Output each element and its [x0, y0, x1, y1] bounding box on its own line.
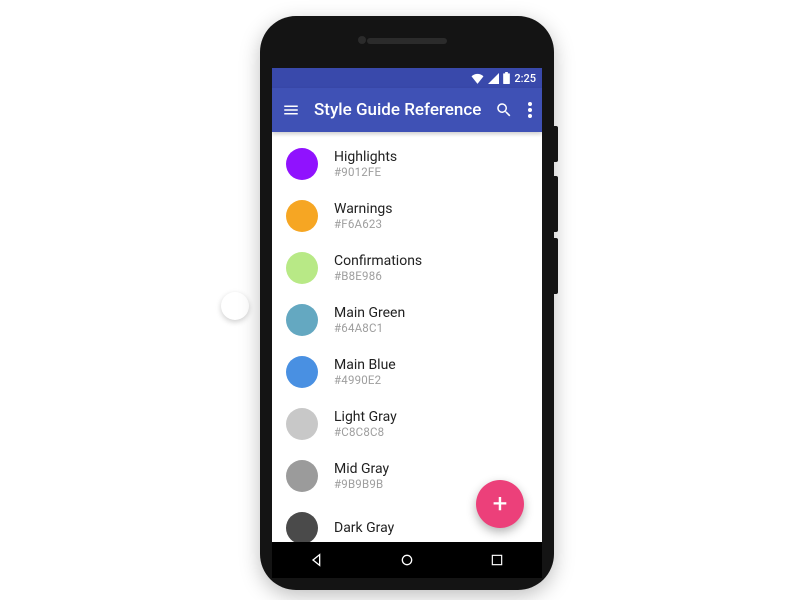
list-item[interactable]: Main Green#64A8C1	[272, 294, 542, 346]
list-item-labels: Dark Gray	[334, 520, 394, 537]
floating-circle	[221, 292, 249, 320]
color-hex: #9012FE	[334, 166, 397, 180]
list-item[interactable]: Light Gray#C8C8C8	[272, 398, 542, 450]
list-item[interactable]: Confirmations#B8E986	[272, 242, 542, 294]
screen: 2:25 Style Guide Reference Highlights#90…	[272, 68, 542, 578]
color-swatch	[286, 200, 318, 232]
status-bar: 2:25	[272, 68, 542, 88]
color-swatch	[286, 148, 318, 180]
color-name: Highlights	[334, 149, 397, 166]
color-swatch	[286, 408, 318, 440]
home-icon[interactable]	[398, 551, 416, 569]
android-nav-bar	[272, 542, 542, 578]
color-swatch	[286, 304, 318, 336]
color-hex: #C8C8C8	[334, 426, 397, 440]
volume-up-button	[554, 176, 558, 232]
color-swatch	[286, 512, 318, 542]
app-bar: Style Guide Reference	[272, 88, 542, 132]
color-name: Warnings	[334, 201, 393, 218]
color-hex: #F6A623	[334, 218, 393, 232]
color-name: Dark Gray	[334, 520, 394, 537]
signal-icon	[488, 73, 499, 84]
color-name: Mid Gray	[334, 461, 389, 478]
app-bar-title: Style Guide Reference	[314, 100, 481, 120]
color-swatch	[286, 356, 318, 388]
menu-icon[interactable]	[282, 99, 300, 121]
power-button	[554, 126, 558, 162]
color-name: Main Blue	[334, 357, 396, 374]
list-item-labels: Light Gray#C8C8C8	[334, 409, 397, 440]
plus-icon: +	[493, 489, 508, 519]
color-hex: #4990E2	[334, 374, 396, 388]
color-name: Light Gray	[334, 409, 397, 426]
color-name: Confirmations	[334, 253, 422, 270]
wifi-icon	[471, 73, 484, 84]
fab-add-button[interactable]: +	[476, 480, 524, 528]
list-item[interactable]: Main Blue#4990E2	[272, 346, 542, 398]
color-name: Main Green	[334, 305, 405, 322]
search-icon[interactable]	[495, 99, 513, 121]
battery-icon	[503, 72, 510, 84]
list-item-labels: Warnings#F6A623	[334, 201, 393, 232]
list-item[interactable]: Warnings#F6A623	[272, 190, 542, 242]
color-swatch	[286, 252, 318, 284]
list-item-labels: Mid Gray#9B9B9B	[334, 461, 389, 492]
color-hex: #B8E986	[334, 270, 422, 284]
color-swatch	[286, 460, 318, 492]
list-item-labels: Confirmations#B8E986	[334, 253, 422, 284]
list-item-labels: Main Blue#4990E2	[334, 357, 396, 388]
list-item[interactable]: Highlights#9012FE	[272, 138, 542, 190]
color-hex: #9B9B9B	[334, 478, 389, 492]
color-hex: #64A8C1	[334, 322, 405, 336]
overflow-icon[interactable]	[527, 99, 532, 121]
list-item-labels: Main Green#64A8C1	[334, 305, 405, 336]
status-time: 2:25	[514, 72, 536, 85]
back-icon[interactable]	[308, 551, 326, 569]
recent-apps-icon[interactable]	[488, 551, 506, 569]
volume-down-button	[554, 238, 558, 294]
list-item-labels: Highlights#9012FE	[334, 149, 397, 180]
phone-frame: 2:25 Style Guide Reference Highlights#90…	[260, 16, 554, 590]
